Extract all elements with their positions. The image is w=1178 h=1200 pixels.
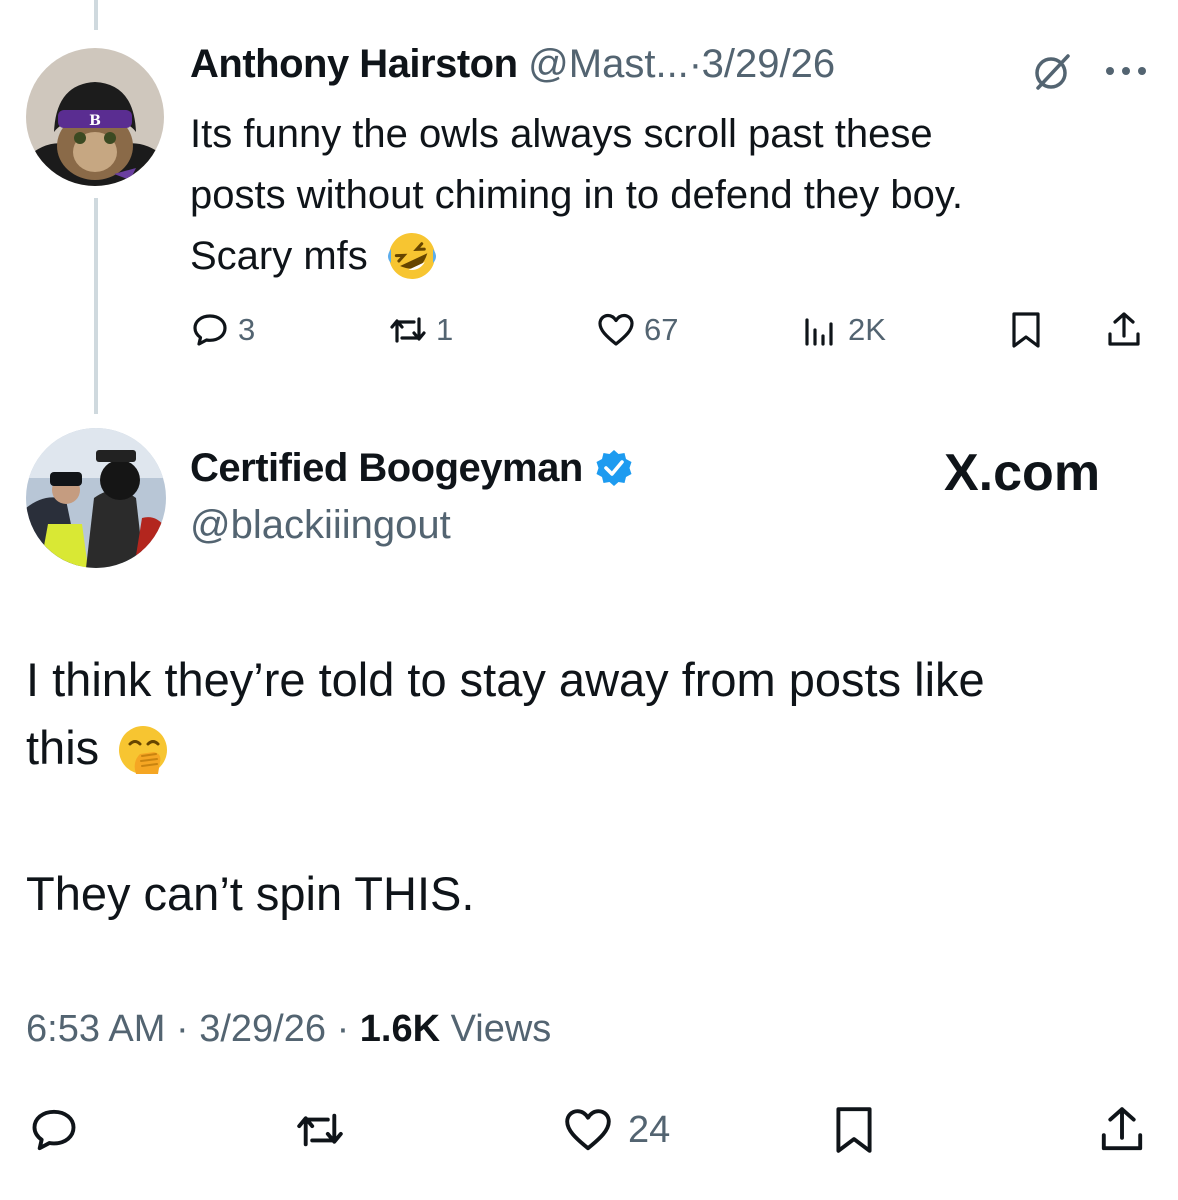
reply-header: Anthony Hairston @Mast...·3/29/26 [190, 42, 835, 87]
post-views-label: Views [450, 1008, 552, 1050]
reply-author-name[interactable]: Anthony Hairston [190, 42, 518, 86]
police-photo-avatar-icon [26, 428, 166, 568]
reply-text-line: posts without chiming in to defend they … [190, 173, 964, 217]
post-timestamp[interactable]: 6:53 AM · 3/29/26 · 1.6K Views [26, 1008, 551, 1051]
rofl-emoji-icon [379, 229, 439, 293]
svg-text:B: B [89, 113, 101, 129]
post-views-count: 1.6K [359, 1008, 441, 1050]
reply-date[interactable]: 3/29/26 [702, 42, 835, 86]
post-like-button[interactable]: 24 [562, 1104, 670, 1156]
reply-icon [193, 314, 227, 346]
post-time: 6:53 AM [26, 1008, 166, 1050]
thread-line [94, 198, 98, 414]
reply-text-line: Scary mfs [190, 234, 368, 278]
reply-like-button[interactable]: 67 [596, 308, 678, 352]
reply-views-button[interactable]: 2K [800, 308, 886, 352]
repost-icon [297, 1113, 343, 1147]
grok-icon[interactable] [1030, 50, 1074, 99]
share-icon [1108, 312, 1140, 346]
post-text-line: this [26, 721, 100, 774]
thread-line-top [94, 0, 98, 30]
heart-icon [565, 1109, 611, 1151]
reply-bookmark-button[interactable] [1006, 308, 1046, 352]
reply-separator: · [688, 42, 702, 86]
like-count: 67 [644, 312, 679, 347]
post-text-line: I think they’re told to stay away from p… [26, 653, 985, 706]
reply-handle[interactable]: @Mast... [528, 42, 689, 86]
post-text-line: They can’t spin THIS. [26, 867, 475, 920]
reply-text: Its funny the owls always scroll past th… [190, 104, 1150, 293]
bookmark-icon [836, 1107, 872, 1153]
view-count: 2K [848, 312, 886, 347]
more-options-icon[interactable] [1104, 64, 1148, 82]
reply-repost-button[interactable]: 1 [388, 308, 453, 352]
repost-count: 1 [436, 312, 454, 347]
post-text: I think they’re told to stay away from p… [26, 646, 1146, 788]
post-separator: · [175, 1008, 189, 1050]
share-icon [1101, 1107, 1143, 1151]
post-author-name[interactable]: Certified Boogeyman [190, 446, 583, 491]
post-author[interactable]: Certified Boogeyman [190, 446, 635, 491]
post-bookmark-button[interactable] [828, 1104, 880, 1156]
reply-reply-button[interactable]: 3 [190, 308, 255, 352]
verified-badge-icon [596, 449, 632, 486]
heart-icon [598, 313, 634, 346]
post-repost-button[interactable] [294, 1104, 346, 1156]
reply-icon [32, 1109, 76, 1151]
avatar[interactable]: B [26, 48, 164, 186]
post-like-count: 24 [628, 1108, 671, 1151]
brand-label: X.com [944, 444, 1101, 502]
hand-over-mouth-emoji-icon [112, 720, 172, 788]
post-reply-button[interactable] [28, 1104, 80, 1156]
reply-share-button[interactable] [1104, 308, 1144, 352]
bookmark-icon [1012, 312, 1040, 348]
x-logo-icon: X.com [944, 443, 1100, 503]
reply-count: 3 [238, 312, 256, 347]
post-handle[interactable]: @blackiiingout [190, 503, 451, 548]
reply-text-line: Its funny the owls always scroll past th… [190, 112, 933, 156]
avatar[interactable] [26, 428, 166, 568]
repost-icon [390, 317, 426, 343]
cat-avatar-icon: B [26, 48, 164, 186]
post-share-button[interactable] [1096, 1104, 1148, 1156]
post-date: 3/29/26 [199, 1008, 326, 1050]
analytics-icon [805, 318, 833, 346]
post-separator: · [336, 1008, 350, 1050]
